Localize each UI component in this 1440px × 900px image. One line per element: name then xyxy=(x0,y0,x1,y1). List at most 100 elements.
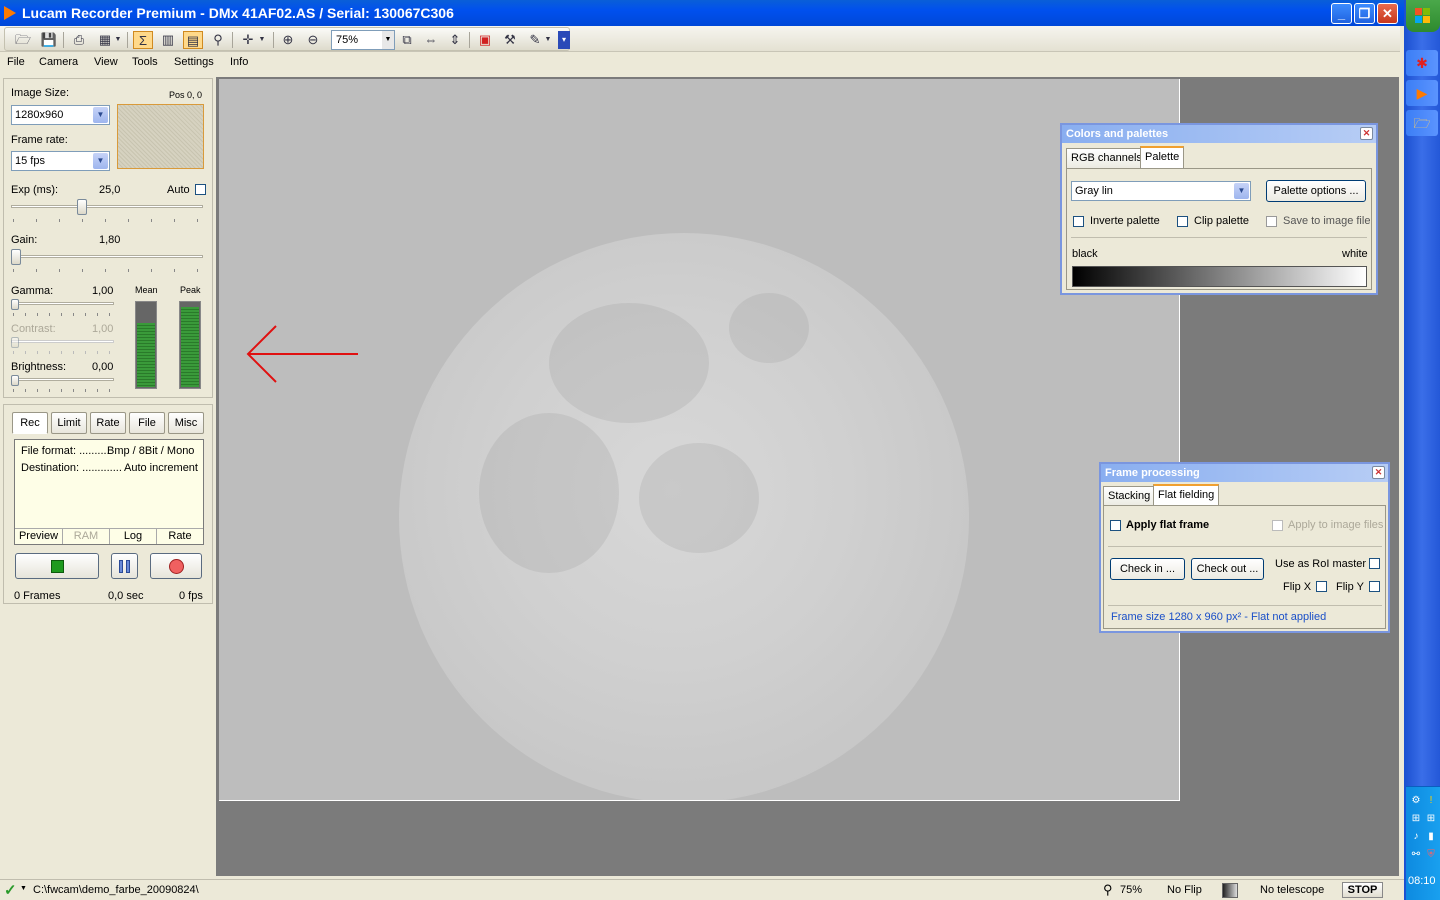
window-titlebar[interactable]: Lucam Recorder Premium - DMx 41AF02.AS /… xyxy=(0,0,1404,26)
subtab-preview[interactable]: Preview xyxy=(15,528,62,544)
windows-logo-icon xyxy=(1415,8,1422,15)
menu-camera[interactable]: Camera xyxy=(39,56,78,68)
network-icon[interactable]: ⚙ xyxy=(1410,795,1422,807)
zoom-out-icon[interactable]: ⊖ xyxy=(303,31,323,49)
taskbar-lucam-icon[interactable]: ▶ xyxy=(1406,80,1438,106)
tab-file[interactable]: File xyxy=(129,412,165,434)
chevron-down-icon[interactable]: ▼ xyxy=(93,107,108,123)
gamma-slider[interactable] xyxy=(11,302,114,305)
record-button[interactable] xyxy=(150,553,202,579)
image-size-select[interactable]: 1280x960 ▼ xyxy=(11,105,110,125)
tab-misc[interactable]: Misc xyxy=(168,412,204,434)
flip-horizontal-icon[interactable]: ⇔ xyxy=(421,31,441,49)
apply-flat-frame-checkbox[interactable] xyxy=(1110,520,1121,531)
frame-rate-select[interactable]: 15 fps ▼ xyxy=(11,151,110,171)
close-icon[interactable]: ✕ xyxy=(1360,127,1373,140)
close-button[interactable]: ✕ xyxy=(1377,3,1398,24)
invert-palette-label: Inverte palette xyxy=(1090,215,1160,227)
chevron-down-icon[interactable]: ▼ xyxy=(113,31,123,49)
gain-slider[interactable] xyxy=(11,255,203,258)
minimize-button[interactable]: _ xyxy=(1331,3,1352,24)
chevron-down-icon[interactable]: ▼ xyxy=(93,153,108,169)
roi-master-checkbox[interactable] xyxy=(1369,558,1380,569)
maximize-button[interactable]: ❐ xyxy=(1354,3,1375,24)
table-icon[interactable]: ▤ xyxy=(183,31,203,49)
chevron-down-icon[interactable]: ▼ xyxy=(543,31,553,49)
security-icon[interactable]: ! xyxy=(1425,795,1437,807)
volume-icon[interactable]: ♪ xyxy=(1410,831,1422,843)
toolbar-overflow-icon[interactable]: ▾ xyxy=(558,31,570,49)
flip-y-checkbox[interactable] xyxy=(1369,581,1380,592)
save-icon[interactable]: 💾 xyxy=(39,31,59,49)
black-label: black xyxy=(1072,248,1098,260)
chevron-down-icon[interactable]: ▼ xyxy=(382,31,394,49)
subtab-rate[interactable]: Rate xyxy=(156,528,203,544)
exposure-slider-thumb[interactable] xyxy=(77,199,87,215)
zoom-select[interactable]: 75% ▼ xyxy=(331,30,395,50)
stop-status-button[interactable]: STOP xyxy=(1342,882,1383,898)
tools-icon[interactable]: ⚒ xyxy=(500,31,520,49)
flip-x-checkbox[interactable] xyxy=(1316,581,1327,592)
stop-button[interactable] xyxy=(15,553,99,579)
preview-thumbnail[interactable] xyxy=(117,104,204,169)
tab-limit[interactable]: Limit xyxy=(51,412,87,434)
start-button[interactable] xyxy=(1406,0,1440,32)
invert-palette-checkbox[interactable] xyxy=(1073,216,1084,227)
tab-rgb-channels[interactable]: RGB channels xyxy=(1066,148,1147,168)
wand-icon[interactable]: ✎ xyxy=(525,31,545,49)
palette-options-button[interactable]: Palette options ... xyxy=(1266,180,1366,202)
palette-select[interactable]: Gray lin ▼ xyxy=(1071,181,1251,201)
shield-icon[interactable]: ⛨ xyxy=(1425,849,1437,861)
clip-palette-checkbox[interactable] xyxy=(1177,216,1188,227)
chevron-down-icon[interactable]: ▼ xyxy=(1234,183,1249,199)
menu-view[interactable]: View xyxy=(94,56,118,68)
monitor-icon[interactable]: ▣ xyxy=(475,31,495,49)
colors-palettes-dialog: Colors and palettes ✕ RGB channels Palet… xyxy=(1060,123,1378,295)
menu-tools[interactable]: Tools xyxy=(132,56,158,68)
tab-palette[interactable]: Palette xyxy=(1140,146,1185,168)
taskbar-app-icon[interactable]: ✱ xyxy=(1406,50,1438,76)
device-icon[interactable]: ▮ xyxy=(1425,831,1437,843)
crosshair-icon[interactable]: ✛ xyxy=(238,31,258,49)
menu-info[interactable]: Info xyxy=(230,56,248,68)
tab-flat-fielding[interactable]: Flat fielding xyxy=(1153,484,1220,506)
exposure-slider[interactable] xyxy=(11,205,203,208)
open-folder-icon[interactable]: 🗁 xyxy=(13,31,33,49)
network-icon[interactable]: ⊞ xyxy=(1410,813,1422,825)
checkmark-icon: ✓ xyxy=(4,882,17,899)
zoom-in-icon[interactable]: ⊕ xyxy=(278,31,298,49)
image-size-value: 1280x960 xyxy=(15,109,64,121)
fit-window-icon[interactable]: ⧉ xyxy=(397,31,417,49)
taskbar-explorer-icon[interactable]: 🗁 xyxy=(1406,110,1438,136)
close-icon[interactable]: ✕ xyxy=(1372,466,1385,479)
check-in-button[interactable]: Check in ... xyxy=(1110,558,1185,580)
sigma-stacking-icon[interactable]: Σ xyxy=(133,31,153,49)
usb-icon[interactable]: ⚯ xyxy=(1410,849,1422,861)
flip-vertical-icon[interactable]: ⇕ xyxy=(445,31,465,49)
pin-icon[interactable]: ⚲ xyxy=(208,31,228,49)
tab-stacking[interactable]: Stacking xyxy=(1103,486,1156,506)
auto-exposure-checkbox[interactable] xyxy=(195,184,206,195)
brightness-slider-thumb[interactable] xyxy=(11,375,19,386)
subtab-log[interactable]: Log xyxy=(109,528,156,544)
menu-settings[interactable]: Settings xyxy=(174,56,214,68)
apply-to-files-checkbox xyxy=(1272,520,1283,531)
histogram-icon[interactable]: ▥ xyxy=(158,31,178,49)
chevron-down-icon[interactable]: ▼ xyxy=(257,31,267,49)
save-to-image-checkbox[interactable] xyxy=(1266,216,1277,227)
gain-slider-thumb[interactable] xyxy=(11,249,21,265)
network-icon[interactable]: ⊞ xyxy=(1425,813,1437,825)
tab-rate[interactable]: Rate xyxy=(90,412,126,434)
chevron-down-icon[interactable]: ▼ xyxy=(20,885,27,892)
check-out-button[interactable]: Check out ... xyxy=(1191,558,1264,580)
menu-file[interactable]: File xyxy=(7,56,25,68)
gamma-slider-thumb[interactable] xyxy=(11,299,19,310)
tab-rec[interactable]: Rec xyxy=(12,412,48,434)
camera-image[interactable] xyxy=(219,79,1180,801)
brightness-slider[interactable] xyxy=(11,378,114,381)
pause-button[interactable] xyxy=(111,553,138,579)
colors-dialog-titlebar[interactable]: Colors and palettes ✕ xyxy=(1062,125,1376,143)
frame-dialog-titlebar[interactable]: Frame processing ✕ xyxy=(1101,464,1388,482)
layout-grid-icon[interactable]: ▦ xyxy=(95,31,115,49)
print-icon[interactable]: ⎙ xyxy=(69,31,89,49)
